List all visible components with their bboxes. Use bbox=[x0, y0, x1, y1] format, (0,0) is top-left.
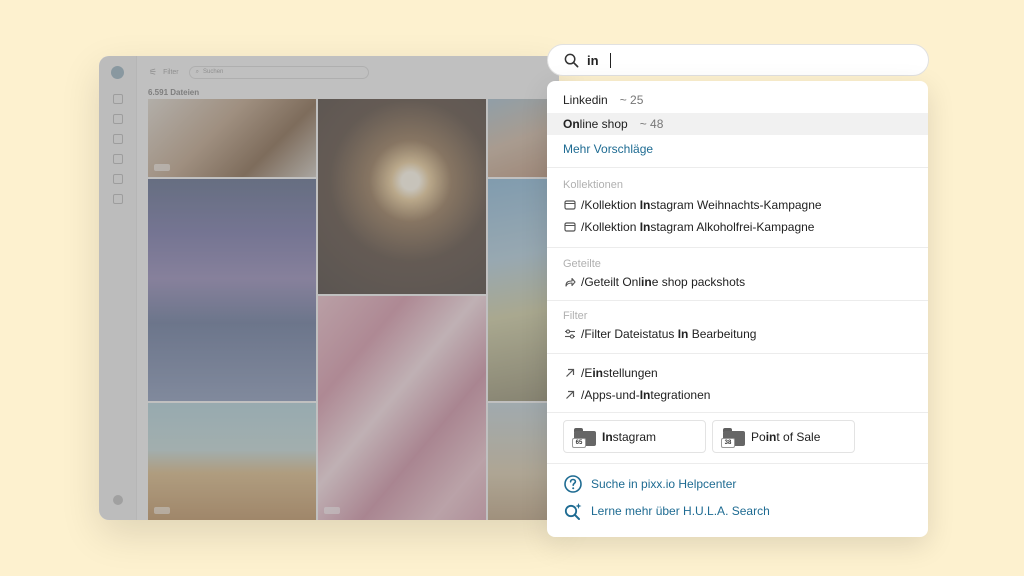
help-question-icon bbox=[564, 475, 582, 493]
folder-chip-label: Instagram bbox=[602, 429, 657, 444]
filter-result[interactable]: /Filter Dateistatus In Bearbeitung bbox=[547, 323, 928, 345]
shared-result-label: /Geteilt Online shop packshots bbox=[581, 275, 746, 289]
dim-overlay bbox=[99, 56, 559, 520]
section-label-shared: Geteilte bbox=[563, 258, 601, 270]
nav-result-label: /Einstellungen bbox=[581, 366, 658, 380]
suggestion-online-shop[interactable]: Online shop ~ 48 bbox=[547, 113, 928, 135]
collection-result[interactable]: /Kollektion Instagram Weihnachts-Kampagn… bbox=[547, 194, 928, 216]
filter-result-label: /Filter Dateistatus In Bearbeitung bbox=[581, 327, 757, 341]
ai-sparkle-search-icon bbox=[564, 503, 582, 520]
suggestion-count: ~ 25 bbox=[619, 93, 644, 107]
share-arrow-icon bbox=[563, 276, 576, 289]
collection-icon bbox=[563, 221, 576, 234]
folder-icon: 38 bbox=[721, 427, 745, 448]
suggestion-count: ~ 48 bbox=[639, 117, 664, 131]
helpcenter-link-label: Suche in pixx.io Helpcenter bbox=[591, 477, 737, 491]
helpcenter-search-link[interactable]: Suche in pixx.io Helpcenter bbox=[563, 473, 736, 495]
search-query: in bbox=[587, 52, 599, 68]
text-caret bbox=[609, 52, 611, 68]
collection-result-label: /Kollektion Instagram Alkoholfrei-Kampag… bbox=[581, 220, 815, 234]
hula-link-label: Lerne mehr über H.U.L.A. Search bbox=[591, 504, 770, 518]
section-label-filter: Filter bbox=[563, 310, 588, 322]
more-suggestions-link[interactable]: Mehr Vorschläge bbox=[547, 138, 928, 160]
folder-chip-label: Point of Sale bbox=[751, 429, 821, 444]
hula-search-info-link[interactable]: Lerne mehr über H.U.L.A. Search bbox=[563, 500, 770, 522]
filter-sliders-icon bbox=[563, 328, 576, 341]
folder-icon: 65 bbox=[572, 427, 596, 448]
folder-chip-point-of-sale[interactable]: 38 Point of Sale bbox=[712, 420, 855, 453]
suggestion-label: Linkedin bbox=[563, 93, 608, 107]
search-input[interactable]: in bbox=[547, 44, 929, 76]
folder-count-badge: 38 bbox=[721, 437, 735, 448]
suggestion-label: Online shop bbox=[563, 117, 628, 131]
folder-chip-instagram[interactable]: 65 Instagram bbox=[563, 420, 706, 453]
app-window: ⚟ Filter ⌕ Suchen 6.591 Dateien bbox=[99, 56, 559, 520]
collection-result[interactable]: /Kollektion Instagram Alkoholfrei-Kampag… bbox=[547, 216, 928, 238]
arrow-up-right-icon bbox=[563, 389, 576, 402]
section-label-collections: Kollektionen bbox=[563, 179, 623, 191]
suggestion-linkedin[interactable]: Linkedin ~ 25 bbox=[547, 89, 928, 111]
search-icon bbox=[564, 53, 579, 67]
arrow-up-right-icon bbox=[563, 367, 576, 380]
search-suggestions-dropdown: Linkedin ~ 25 Online shop ~ 48 Mehr Vors… bbox=[547, 81, 928, 537]
folder-count-badge: 65 bbox=[572, 437, 586, 448]
shared-result[interactable]: /Geteilt Online shop packshots bbox=[547, 271, 928, 293]
nav-result-settings[interactable]: /Einstellungen bbox=[547, 362, 928, 384]
collection-icon bbox=[563, 199, 576, 212]
nav-result-label: /Apps-und-Integrationen bbox=[581, 388, 711, 402]
collection-result-label: /Kollektion Instagram Weihnachts-Kampagn… bbox=[581, 198, 822, 212]
nav-result-apps-integrations[interactable]: /Apps-und-Integrationen bbox=[547, 384, 928, 406]
